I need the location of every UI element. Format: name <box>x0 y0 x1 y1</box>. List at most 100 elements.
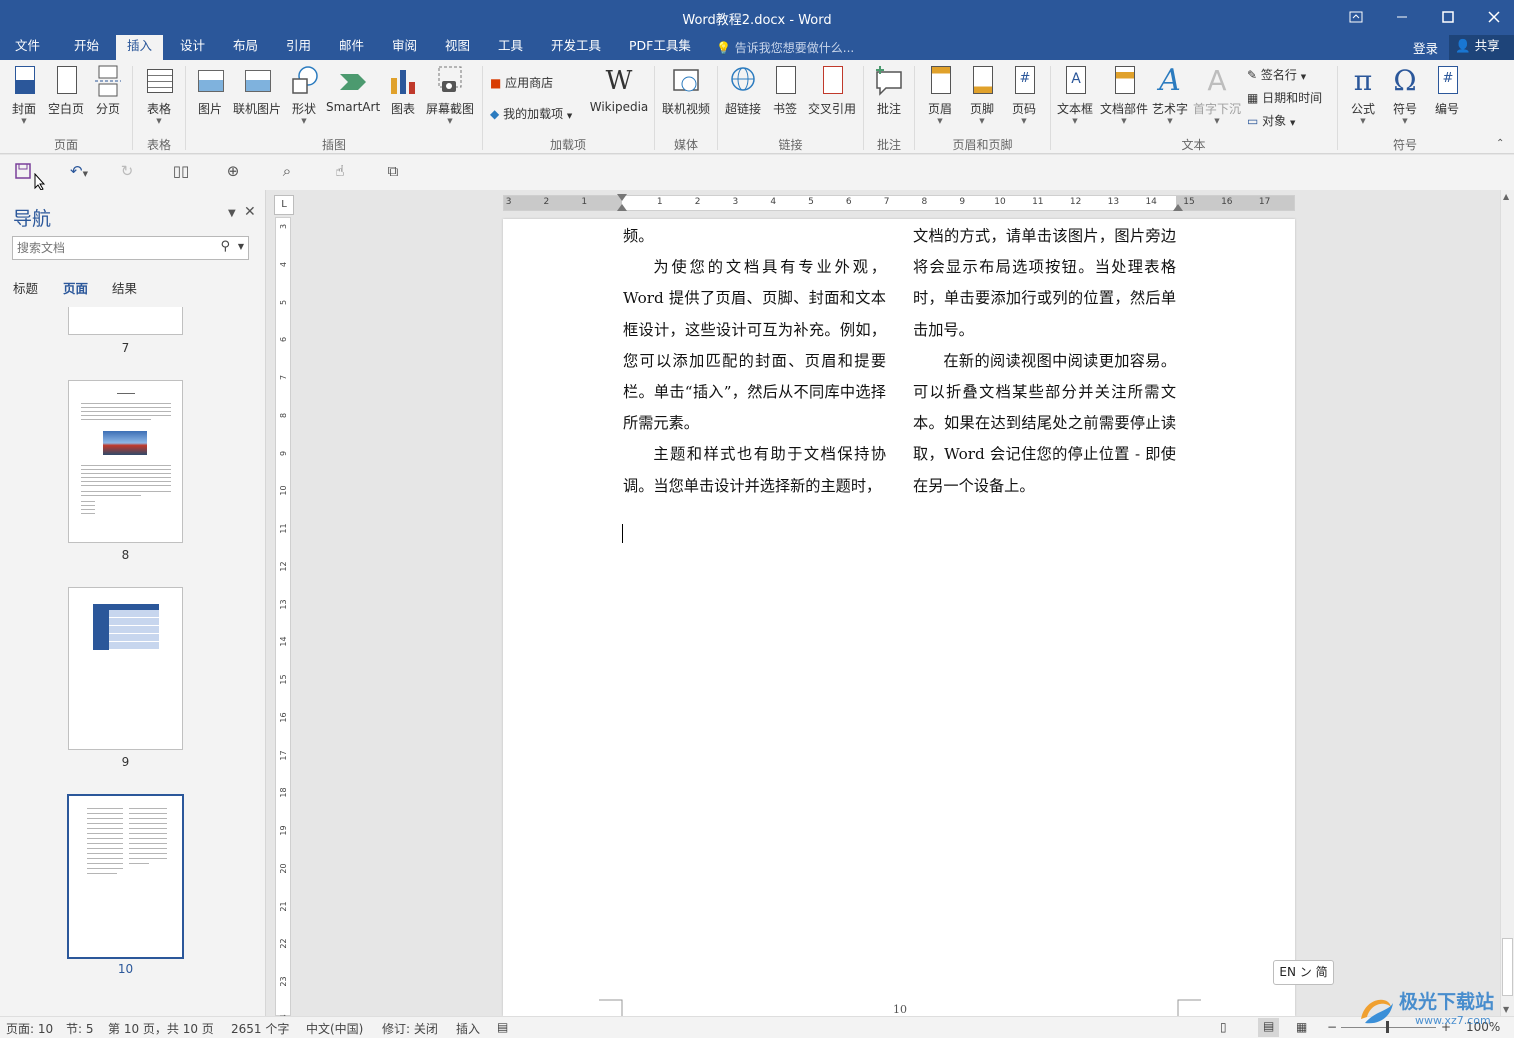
bookmark-button[interactable]: 书签 <box>770 64 800 117</box>
chart-button[interactable]: 图表 <box>388 64 418 117</box>
tab-selector[interactable]: L <box>274 195 294 215</box>
document-page[interactable]: 频。 为使您的文档具有专业外观，Word 提供了页眉、页脚、封面和文本框设计，这… <box>503 219 1295 1016</box>
share-button[interactable]: 👤 共享 <box>1449 35 1514 60</box>
tab-tools[interactable]: 工具 <box>492 35 529 60</box>
maximize-button[interactable] <box>1425 0 1471 33</box>
nav-tab-results[interactable]: 结果 <box>112 278 137 297</box>
datetime-button[interactable]: ▦ 日期和时间 <box>1247 89 1322 106</box>
status-insert-mode[interactable]: 插入 <box>456 1020 480 1037</box>
screenshot-button[interactable]: 屏幕截图 ▼ <box>424 64 476 125</box>
page-thumbnail-10[interactable] <box>67 794 184 959</box>
search-input[interactable] <box>13 237 213 259</box>
tab-file[interactable]: 文件 <box>9 35 46 60</box>
mouse-pointer-icon <box>34 173 46 191</box>
status-track-changes[interactable]: 修订: 关闭 <box>382 1020 438 1037</box>
read-mode-view-icon[interactable]: ▯ <box>1220 1020 1227 1034</box>
web-layout-view-icon[interactable]: ▦ <box>1296 1020 1307 1034</box>
print-preview-button[interactable]: ⌕ <box>276 162 298 182</box>
status-section[interactable]: 节: 5 <box>66 1020 94 1037</box>
status-language[interactable]: 中文(中国) <box>306 1020 363 1037</box>
collapse-ribbon-icon[interactable]: ⌃ <box>1496 138 1504 149</box>
tab-insert[interactable]: 插入 <box>116 35 163 60</box>
status-word-count[interactable]: 2651 个字 <box>231 1020 289 1037</box>
my-addins-button[interactable]: ◆ 我的加载项 ▼ <box>490 105 572 122</box>
table-button[interactable]: 表格 ▼ <box>143 64 175 125</box>
ribbon-display-options-button[interactable] <box>1333 0 1379 33</box>
nav-close-icon[interactable]: ✕ <box>244 204 256 220</box>
tab-view[interactable]: 视图 <box>439 35 476 60</box>
tab-pdf-tools[interactable]: PDF工具集 <box>623 35 697 60</box>
comment-button[interactable]: 批注 <box>872 64 906 117</box>
online-video-button[interactable]: 联机视频 <box>660 64 712 117</box>
drop-cap-button[interactable]: A 首字下沉 ▼ <box>1192 64 1242 125</box>
login-link[interactable]: 登录 <box>1413 38 1438 57</box>
cross-reference-button[interactable]: 交叉引用 <box>806 64 858 117</box>
page-break-button[interactable]: 分页 <box>92 64 124 117</box>
customize-qat-button[interactable]: ⧉ <box>382 162 404 182</box>
textbox-button[interactable]: A 文本框 ▼ <box>1056 64 1094 125</box>
smartart-button[interactable]: SmartArt <box>326 64 380 114</box>
undo-button[interactable]: ↶▼ <box>62 162 96 182</box>
page-thumbnail-7[interactable] <box>68 307 183 335</box>
wordart-button[interactable]: A 艺术字 ▼ <box>1150 64 1190 126</box>
tab-home[interactable]: 开始 <box>68 35 105 60</box>
page-number-button[interactable]: # 页码 ▼ <box>1008 64 1040 125</box>
first-line-indent-marker[interactable] <box>617 194 627 201</box>
nav-tab-headings[interactable]: 标题 <box>13 278 38 297</box>
object-button[interactable]: ▭ 对象 ▼ <box>1247 112 1295 129</box>
hanging-indent-marker[interactable] <box>617 204 627 211</box>
nav-options-chevron-icon[interactable]: ▼ <box>228 208 236 219</box>
tab-developer[interactable]: 开发工具 <box>545 35 607 60</box>
nav-tab-pages[interactable]: 页面 <box>63 278 88 297</box>
horizontal-ruler[interactable]: 3 2 1 1 2 3 4 5 6 7 8 9 10 11 12 13 14 15 16 17 <box>503 194 1295 211</box>
print-layout-view-icon[interactable]: ▤ <box>1258 1018 1280 1037</box>
page-thumbnail-9[interactable] <box>68 587 183 750</box>
status-page-of[interactable]: 第 10 页，共 10 页 <box>108 1020 214 1037</box>
macro-record-icon[interactable]: ▤ <box>497 1020 508 1034</box>
tab-review[interactable]: 审阅 <box>386 35 423 60</box>
hyperlink-button[interactable]: 超链接 <box>722 64 764 117</box>
scroll-up-arrow-icon[interactable]: ▲ <box>1503 192 1509 201</box>
tab-mailings[interactable]: 邮件 <box>333 35 370 60</box>
redo-button[interactable]: ↻ <box>116 162 138 182</box>
shapes-button[interactable]: 形状 ▼ <box>289 64 319 125</box>
close-button[interactable] <box>1471 0 1514 33</box>
number-button[interactable]: # 编号 <box>1430 64 1464 117</box>
signature-line-button[interactable]: ✎ 签名行 ▼ <box>1247 66 1306 83</box>
zoom-out-button[interactable]: − <box>1327 1020 1337 1034</box>
vertical-scrollbar[interactable]: ▲ ▼ <box>1500 190 1514 1016</box>
quick-parts-button[interactable]: 文档部件 ▼ <box>1098 64 1150 125</box>
minimize-button[interactable] <box>1379 0 1425 33</box>
web-layout-button[interactable]: ⊕ <box>222 162 244 182</box>
ruler-tick-label: 9 <box>279 450 288 456</box>
store-button[interactable]: ■ 应用商店 <box>490 74 553 91</box>
online-picture-button[interactable]: 联机图片 <box>231 64 283 117</box>
tab-design[interactable]: 设计 <box>174 35 211 60</box>
redo-icon: ↻ <box>120 162 134 180</box>
blank-page-button[interactable]: 空白页 <box>46 64 86 117</box>
picture-button[interactable]: 图片 <box>195 64 225 117</box>
tab-layout[interactable]: 布局 <box>227 35 264 60</box>
search-icon[interactable]: ⚲ <box>220 239 230 254</box>
left-column[interactable]: 频。 为使您的文档具有专业外观，Word 提供了页眉、页脚、封面和文本框设计，这… <box>623 221 886 502</box>
right-column[interactable]: 文档的方式，请单击该图片，图片旁边将会显示布局选项按钮。当处理表格时，单击要添加… <box>913 221 1176 502</box>
ime-indicator[interactable]: EN ン 简 <box>1273 960 1334 985</box>
footer-button[interactable]: 页脚 ▼ <box>966 64 998 125</box>
right-indent-marker[interactable] <box>1173 204 1183 211</box>
tab-references[interactable]: 引用 <box>280 35 317 60</box>
status-page[interactable]: 页面: 10 <box>6 1020 53 1037</box>
vertical-ruler[interactable]: 345678910111213141516171819202122232425 <box>275 217 291 1024</box>
nav-search-box[interactable]: ⚲ ▼ <box>12 236 249 260</box>
tell-me-box[interactable]: 💡 告诉我您想要做什么... <box>716 39 854 56</box>
chevron-down-icon[interactable]: ▼ <box>238 242 244 251</box>
equation-button[interactable]: π 公式 ▼ <box>1346 64 1380 125</box>
touch-mode-button[interactable]: ☝ <box>329 162 351 182</box>
page-thumbnail-8[interactable] <box>68 380 183 543</box>
read-mode-button[interactable]: ▯▯ <box>170 162 192 182</box>
symbol-button[interactable]: Ω 符号 ▼ <box>1388 64 1422 125</box>
wikipedia-button[interactable]: W Wikipedia <box>588 64 650 114</box>
header-button[interactable]: 页眉 ▼ <box>924 64 956 125</box>
cover-page-button[interactable]: 封面 ▼ <box>8 64 40 125</box>
group-label-media: 媒体 <box>673 138 698 152</box>
save-button[interactable] <box>12 162 34 182</box>
